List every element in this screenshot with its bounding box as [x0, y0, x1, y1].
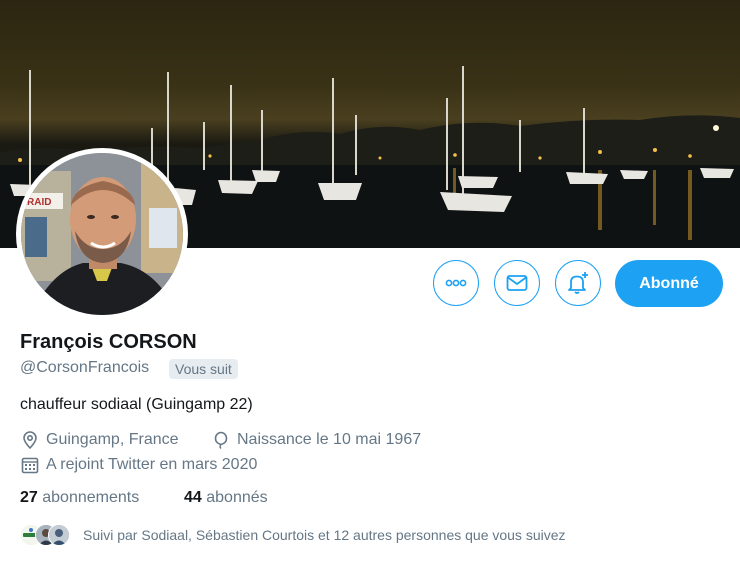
avatar-photo: RAID	[21, 153, 183, 315]
envelope-icon	[506, 275, 528, 291]
profile-name: François CORSON	[20, 331, 197, 353]
more-button[interactable]	[433, 260, 479, 306]
followers-count: 44	[184, 489, 202, 506]
profile-birthday: Naissance le 10 mai 1967	[237, 431, 422, 448]
follows-you-badge: Vous suit	[169, 359, 238, 379]
more-dots-icon	[445, 279, 467, 287]
notify-button[interactable]	[555, 260, 601, 306]
joined-row: A rejoint Twitter en mars 2020	[20, 455, 257, 475]
profile-location: Guingamp, France	[46, 431, 179, 448]
person-photo-icon	[49, 525, 69, 545]
profile-handle[interactable]: @CorsonFrancois	[20, 359, 149, 377]
following-button[interactable]: Abonné	[615, 260, 723, 307]
calendar-icon	[21, 457, 39, 474]
birthday-row: Naissance le 10 mai 1967	[211, 430, 421, 450]
following-count: 27	[20, 489, 38, 506]
location-row: Guingamp, France	[20, 430, 179, 450]
profile-joined: A rejoint Twitter en mars 2020	[46, 456, 258, 473]
balloon-icon	[214, 431, 228, 449]
avatar-frame[interactable]: RAID	[16, 148, 188, 320]
followed-by-text[interactable]: Suivi par Sodiaal, Sébastien Courtois et…	[83, 527, 566, 543]
bell-plus-icon	[568, 272, 588, 294]
message-button[interactable]	[494, 260, 540, 306]
location-pin-icon	[23, 431, 37, 450]
followers-label: abonnés	[206, 489, 268, 506]
profile-bio: chauffeur sodiaal (Guingamp 22)	[20, 396, 253, 413]
avatar[interactable]: RAID	[21, 153, 183, 315]
following-link[interactable]: 27 abonnements	[20, 489, 139, 507]
follower-avatar-other[interactable]	[48, 524, 70, 546]
followers-link[interactable]: 44 abonnés	[184, 489, 268, 507]
following-label: abonnements	[42, 489, 140, 506]
storefront-sign: RAID	[27, 197, 51, 208]
following-button-label: Abonné	[639, 274, 699, 292]
